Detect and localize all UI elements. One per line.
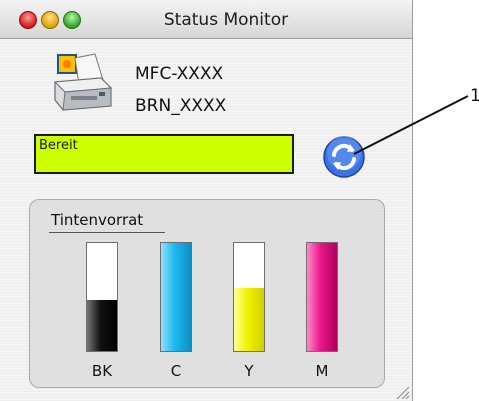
status-monitor-window: Status Monitor MFC-XXXX BRN_XXXX Bereit …: [0, 0, 413, 401]
ink-tank-label-bk: BK: [91, 362, 113, 380]
ink-title-divider: [49, 232, 165, 233]
ink-tank-m: [306, 242, 338, 352]
ink-tank-bk: [86, 242, 118, 352]
status-display: Bereit: [34, 134, 294, 174]
ink-level-title: Tintenvorrat: [51, 211, 144, 229]
window-title: Status Monitor: [163, 10, 289, 30]
device-model-label: MFC-XXXX: [135, 64, 224, 84]
ink-tank-c: [160, 242, 192, 352]
callout-number: 1: [470, 86, 479, 106]
ink-tank-label-c: C: [170, 362, 182, 380]
ink-tank-y: [233, 242, 265, 352]
ink-fill-y: [234, 288, 264, 351]
resize-grip-icon[interactable]: [392, 382, 410, 400]
refresh-button[interactable]: [322, 135, 366, 179]
ink-fill-c: [161, 243, 191, 351]
ink-fill-m: [307, 243, 337, 351]
ink-tank-label-y: Y: [244, 362, 254, 380]
device-node-name-label: BRN_XXXX: [135, 96, 227, 116]
title-bar[interactable]: Status Monitor: [0, 0, 412, 39]
status-text: Bereit: [39, 138, 78, 153]
ink-fill-bk: [87, 300, 117, 351]
printer-icon: [53, 53, 113, 111]
ink-tank-label-m: M: [315, 362, 329, 380]
